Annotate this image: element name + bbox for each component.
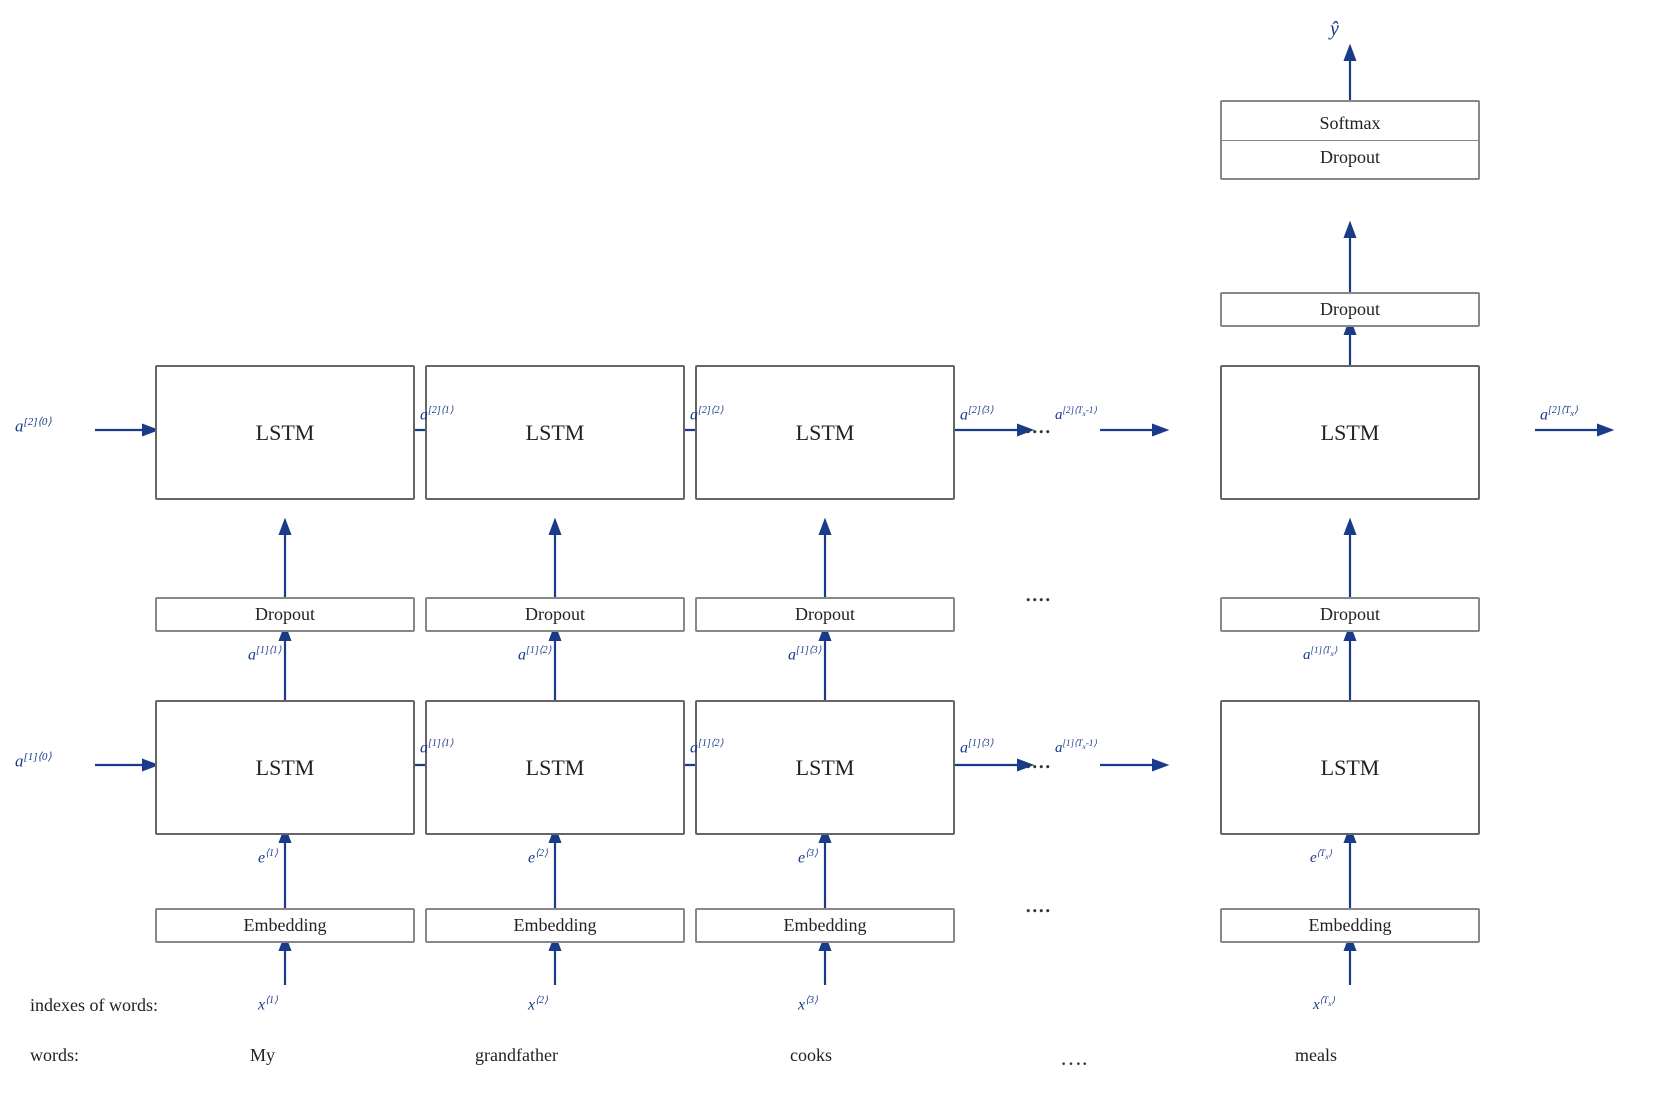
word-cooks: cooks	[790, 1045, 832, 1066]
dropout-label-c3: Dropout	[795, 604, 855, 625]
lstm-l1-col2: LSTM	[425, 700, 685, 835]
dropout-col4: Dropout	[1220, 597, 1480, 632]
embedding-box-1: Embedding	[155, 908, 415, 943]
dropout-col2: Dropout	[425, 597, 685, 632]
dots-drop: ....	[1025, 578, 1051, 608]
lstm-l2-col4: LSTM	[1220, 365, 1480, 500]
dots-emb: ....	[1025, 889, 1051, 919]
a1-1-v-label: a[1]⟨1⟩	[248, 645, 282, 664]
a1-0-label: a[1]⟨0⟩	[15, 750, 52, 772]
e1-label: e⟨1⟩	[258, 848, 278, 867]
lstm-label-l1-c1: LSTM	[256, 755, 315, 781]
a1-2-h-label: a[1]⟨2⟩	[690, 738, 724, 757]
lstm-l2-col1: LSTM	[155, 365, 415, 500]
a1-3-h-label: a[1]⟨3⟩	[960, 738, 994, 757]
y-hat-label: ŷ	[1330, 18, 1339, 41]
lstm-l1-col1: LSTM	[155, 700, 415, 835]
lstm-l1-col4: LSTM	[1220, 700, 1480, 835]
word-meals: meals	[1295, 1045, 1337, 1066]
e2-label: e⟨2⟩	[528, 848, 548, 867]
dropout-top-col4: Dropout	[1220, 292, 1480, 327]
embedding-label-3: Embedding	[784, 915, 867, 936]
embedding-label-2: Embedding	[514, 915, 597, 936]
dropout-col3: Dropout	[695, 597, 955, 632]
a2-tx1-h-label: a[2]⟨Tx-1⟩	[1055, 405, 1097, 424]
lstm-label-l2-c4: LSTM	[1321, 420, 1380, 446]
softmax-dropout-box: Softmax Dropout	[1220, 100, 1480, 180]
e3-label: e⟨3⟩	[798, 848, 818, 867]
a2-0-label: a[2]⟨0⟩	[15, 415, 52, 437]
dots-l1: ....	[1025, 745, 1051, 775]
lstm-l1-col3: LSTM	[695, 700, 955, 835]
lstm-l2-col2: LSTM	[425, 365, 685, 500]
dropout-label-top-c4: Dropout	[1320, 299, 1380, 320]
dots-l2: ....	[1025, 410, 1051, 440]
a2-3-h-label: a[2]⟨3⟩	[960, 405, 994, 424]
embedding-label-1: Embedding	[244, 915, 327, 936]
etx-label: e⟨Tx⟩	[1310, 848, 1332, 867]
a1-tx1-h-label: a[1]⟨Tx-1⟩	[1055, 738, 1097, 757]
lstm-label-l1-c2: LSTM	[526, 755, 585, 781]
embedding-box-4: Embedding	[1220, 908, 1480, 943]
lstm-label-l2-c2: LSTM	[526, 420, 585, 446]
x2-label: x⟨2⟩	[528, 995, 548, 1014]
lstm-label-l1-c3: LSTM	[796, 755, 855, 781]
x3-label: x⟨3⟩	[798, 995, 818, 1014]
embedding-label-4: Embedding	[1309, 915, 1392, 936]
indexes-label: indexes of words:	[30, 995, 158, 1016]
word-grandfather: grandfather	[475, 1045, 558, 1066]
dropout-col1: Dropout	[155, 597, 415, 632]
dropout-softmax-label: Dropout	[1320, 141, 1380, 174]
a1-2-v-label: a[1]⟨2⟩	[518, 645, 552, 664]
a2-2-h-label: a[2]⟨2⟩	[690, 405, 724, 424]
a1-3-v-label: a[1]⟨3⟩	[788, 645, 822, 664]
word-dots-bottom: ….	[1060, 1045, 1088, 1071]
a2-1-h-label: a[2]⟨1⟩	[420, 405, 454, 424]
dropout-label-c1: Dropout	[255, 604, 315, 625]
embedding-box-3: Embedding	[695, 908, 955, 943]
lstm-l2-col3: LSTM	[695, 365, 955, 500]
softmax-label: Softmax	[1320, 107, 1381, 140]
word-my: My	[250, 1045, 275, 1066]
lstm-label-l1-c4: LSTM	[1321, 755, 1380, 781]
a1-tx-v-label: a[1]⟨Tx⟩	[1303, 645, 1337, 664]
xtx-label: x⟨Tx⟩	[1313, 995, 1335, 1014]
x1-label: x⟨1⟩	[258, 995, 278, 1014]
dropout-label-c4: Dropout	[1320, 604, 1380, 625]
a1-1-h-label: a[1]⟨1⟩	[420, 738, 454, 757]
lstm-label-l2-c3: LSTM	[796, 420, 855, 446]
a2-tx-h-label: a[2]⟨Tx⟩	[1540, 405, 1578, 424]
embedding-box-2: Embedding	[425, 908, 685, 943]
lstm-label-l2-c1: LSTM	[256, 420, 315, 446]
dropout-label-c2: Dropout	[525, 604, 585, 625]
words-label: words:	[30, 1045, 79, 1066]
